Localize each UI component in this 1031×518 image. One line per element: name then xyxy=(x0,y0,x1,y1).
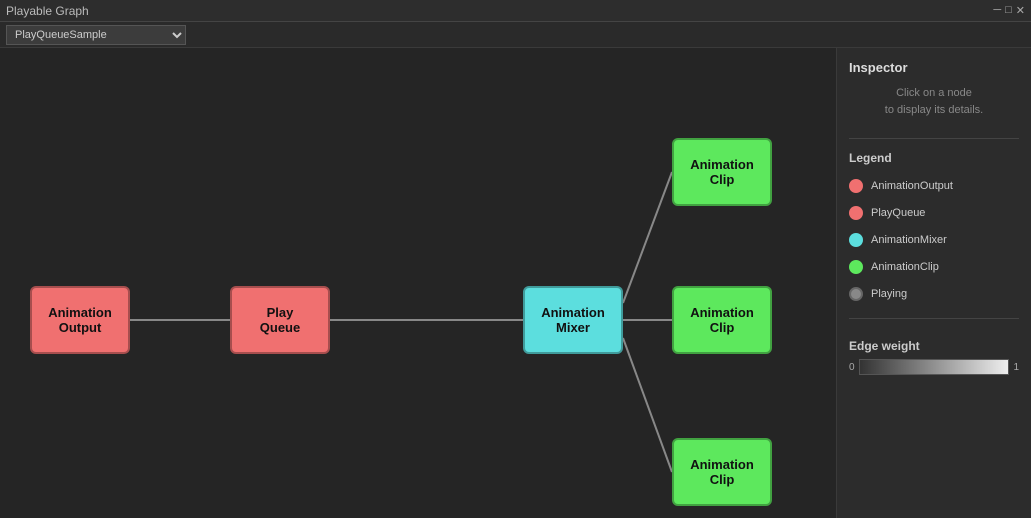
node-animation-output-label: AnimationOutput xyxy=(48,305,112,335)
legend-dot-play-queue xyxy=(849,206,863,220)
graph-area[interactable]: AnimationOutput PlayQueue AnimationMixer… xyxy=(0,48,836,518)
legend-label-playing: Playing xyxy=(871,288,907,300)
node-animation-clip-top-label: AnimationClip xyxy=(690,157,754,187)
inspector-title: Inspector xyxy=(849,60,1019,75)
legend-label-animation-clip: AnimationClip xyxy=(871,261,939,273)
graph-selector[interactable]: PlayQueueSample xyxy=(6,25,186,45)
legend-item-animation-output: AnimationOutput xyxy=(849,179,1019,193)
node-animation-clip-bot[interactable]: AnimationClip xyxy=(672,438,772,506)
divider-1 xyxy=(849,138,1019,139)
window-controls[interactable]: ─ □ ✕ xyxy=(993,4,1025,17)
legend-item-playing: Playing xyxy=(849,287,1019,301)
node-play-queue[interactable]: PlayQueue xyxy=(230,286,330,354)
legend-label-animation-mixer: AnimationMixer xyxy=(871,234,947,246)
legend-dot-animation-mixer xyxy=(849,233,863,247)
legend-item-animation-mixer: AnimationMixer xyxy=(849,233,1019,247)
legend-item-animation-clip: AnimationClip xyxy=(849,260,1019,274)
minimize-button[interactable]: ─ xyxy=(993,4,1001,17)
title-bar: Playable Graph ─ □ ✕ xyxy=(0,0,1031,22)
legend-dot-animation-output xyxy=(849,179,863,193)
divider-2 xyxy=(849,318,1019,319)
node-animation-clip-mid[interactable]: AnimationClip xyxy=(672,286,772,354)
legend-dot-playing xyxy=(849,287,863,301)
legend-label-animation-output: AnimationOutput xyxy=(871,180,953,192)
window-title: Playable Graph xyxy=(6,4,89,18)
edge-weight-title: Edge weight xyxy=(849,339,1019,353)
edge-weight-section: Edge weight 0 1 xyxy=(849,339,1019,375)
edge-weight-min: 0 xyxy=(849,362,855,373)
edge-weight-bar-row: 0 1 xyxy=(849,359,1019,375)
main-area: AnimationOutput PlayQueue AnimationMixer… xyxy=(0,48,1031,518)
inspector-hint: Click on a node to display its details. xyxy=(849,85,1019,118)
legend-title: Legend xyxy=(849,151,1019,165)
edge-weight-max: 1 xyxy=(1013,362,1019,373)
node-animation-clip-top[interactable]: AnimationClip xyxy=(672,138,772,206)
close-button[interactable]: ✕ xyxy=(1016,4,1025,17)
legend-label-play-queue: PlayQueue xyxy=(871,207,925,219)
toolbar: PlayQueueSample xyxy=(0,22,1031,48)
maximize-button[interactable]: □ xyxy=(1005,4,1012,17)
sidebar: Inspector Click on a node to display its… xyxy=(836,48,1031,518)
node-animation-mixer[interactable]: AnimationMixer xyxy=(523,286,623,354)
legend-item-play-queue: PlayQueue xyxy=(849,206,1019,220)
node-animation-clip-bot-label: AnimationClip xyxy=(690,457,754,487)
node-play-queue-label: PlayQueue xyxy=(260,305,300,335)
node-animation-mixer-label: AnimationMixer xyxy=(541,305,605,335)
node-animation-clip-mid-label: AnimationClip xyxy=(690,305,754,335)
node-animation-output[interactable]: AnimationOutput xyxy=(30,286,130,354)
edge-weight-bar xyxy=(859,359,1010,375)
legend-dot-animation-clip xyxy=(849,260,863,274)
